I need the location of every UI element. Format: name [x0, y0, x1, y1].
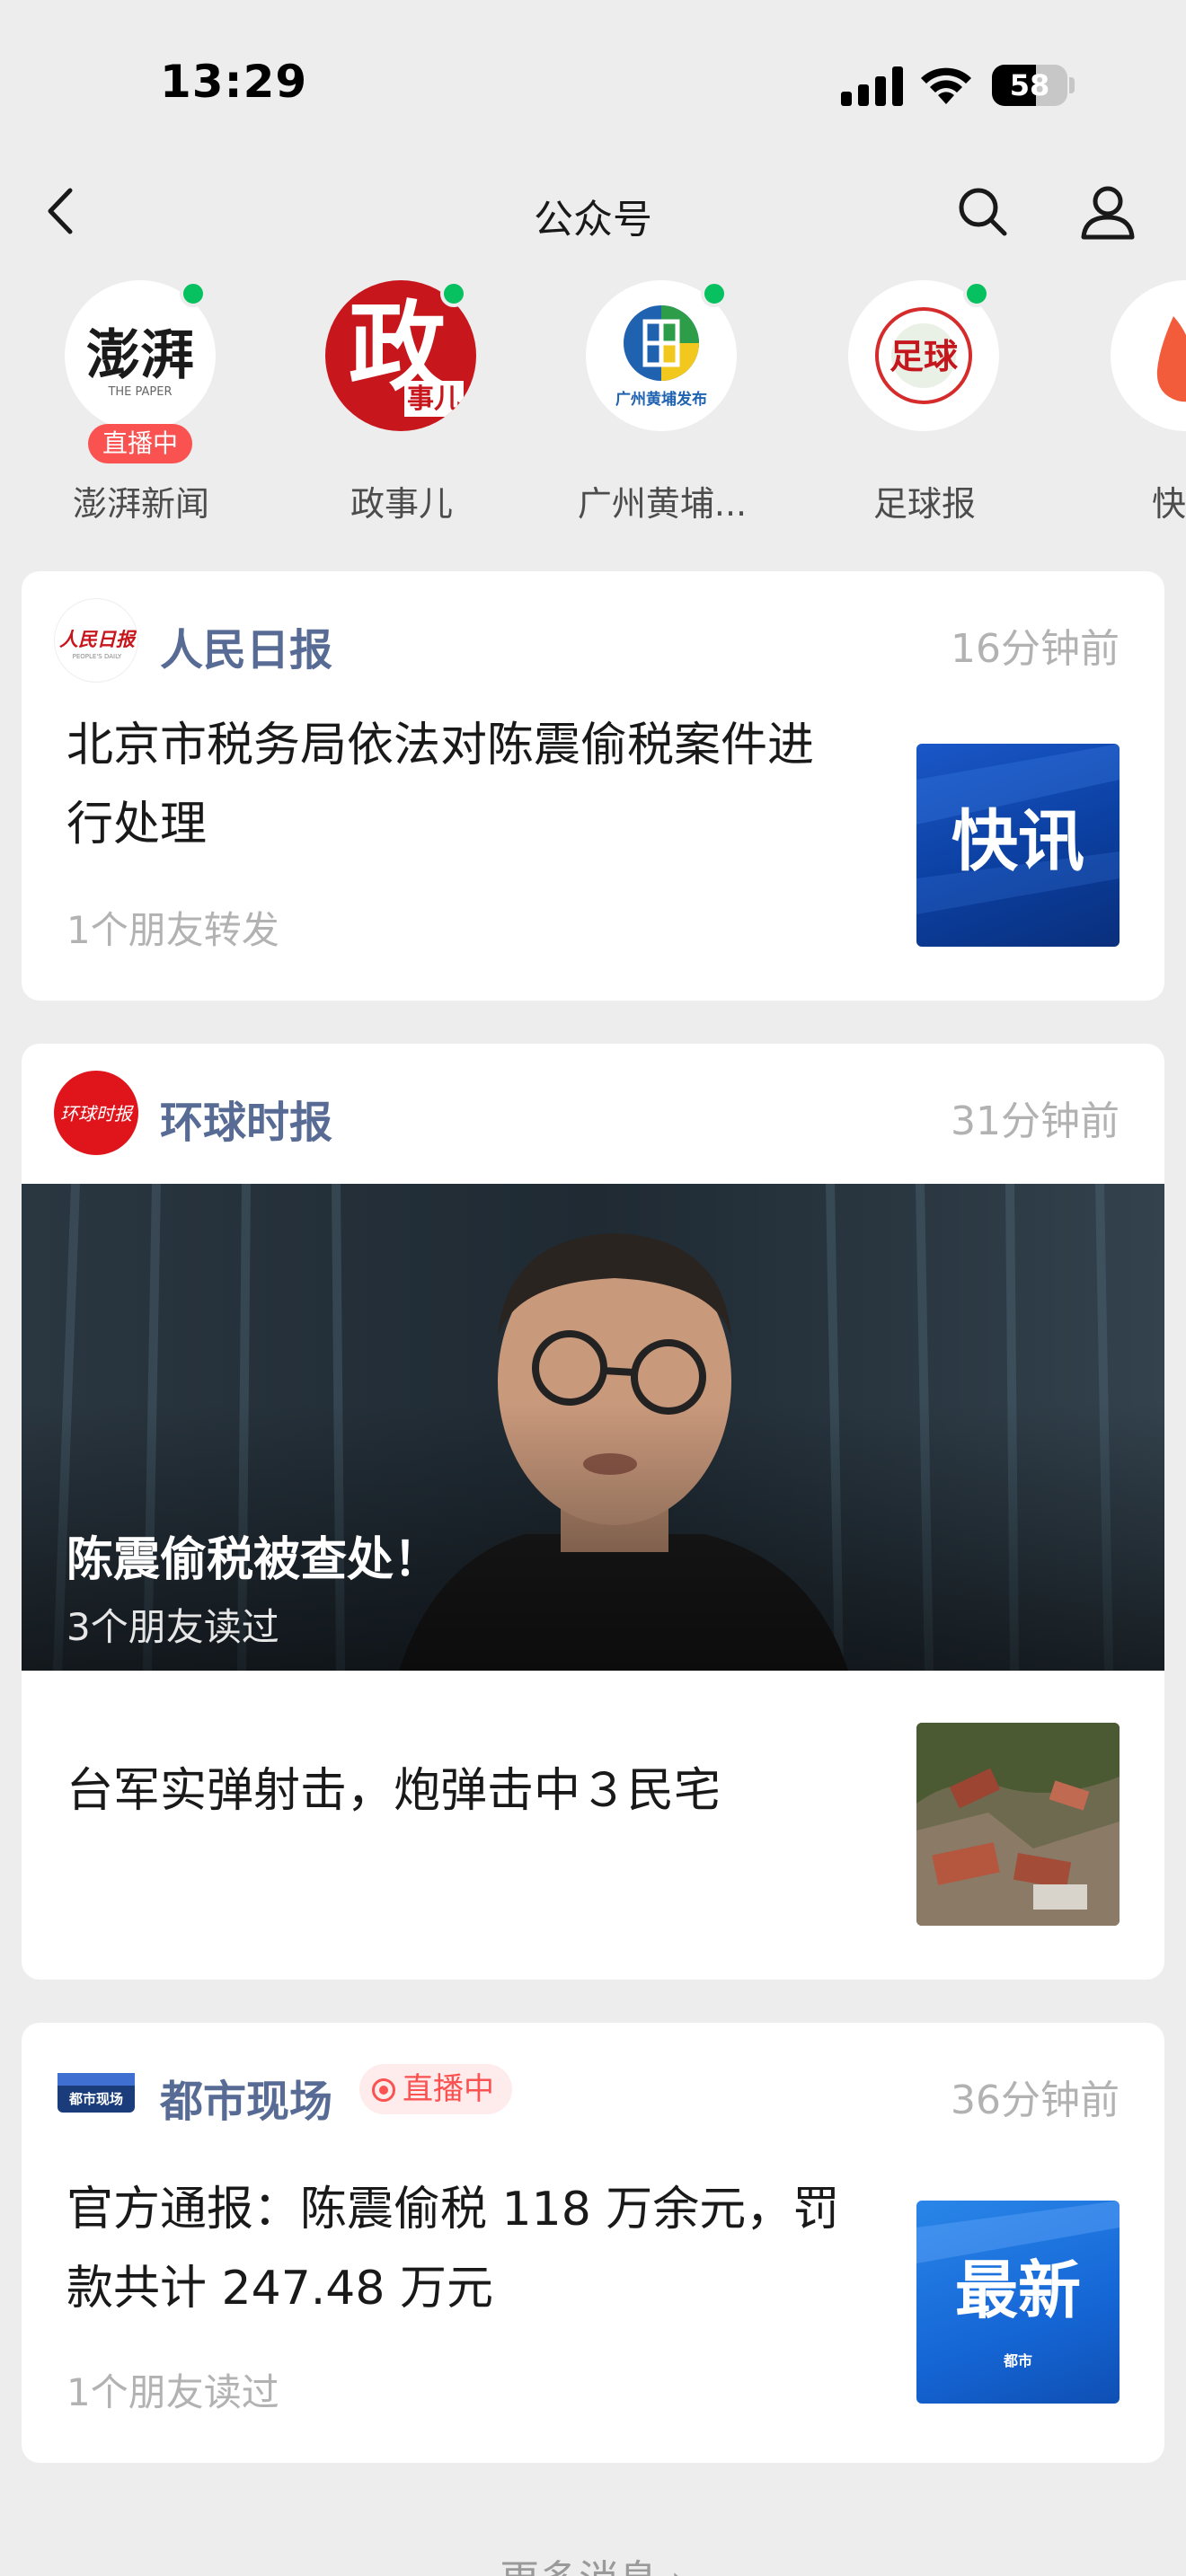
thumbnail-subtext: 都市	[1003, 2352, 1032, 2369]
account-name: 广州黄埔...	[577, 484, 748, 524]
thumbnail-text: 快讯	[951, 803, 1084, 880]
source-avatar: 人民日报 PEOPLE'S DAILY	[54, 598, 138, 683]
battery-level: 58	[1009, 68, 1050, 102]
live-label: 直播中	[403, 2071, 494, 2107]
timestamp: 16分钟前	[951, 626, 1120, 672]
card-header[interactable]: 都市现场 都市现场 直播中 36分钟前	[22, 2023, 1164, 2157]
account-item-zuqiubao[interactable]: 足球 足球报	[812, 280, 1037, 524]
card-header[interactable]: 环球时报 环球时报 31分钟前	[22, 1044, 1164, 1178]
article-title-line: 官方通报：陈震偷税 118 万余元，罚	[66, 2183, 840, 2236]
hero-social-context: 3个朋友读过	[66, 1605, 279, 1649]
account-name: 澎湃新闻	[72, 484, 209, 524]
card-header[interactable]: 人民日报 PEOPLE'S DAILY 人民日报 16分钟前	[22, 571, 1164, 706]
status-bar: 13:29 58	[0, 0, 1186, 171]
nav-bar: 公众号	[0, 171, 1186, 251]
source-avatar: 都市现场	[54, 2050, 138, 2134]
feed-card: 都市现场 都市现场 直播中 36分钟前 官方通报：陈震偷税 118 万余元，罚 …	[22, 2023, 1164, 2463]
account-name: 足球报	[872, 484, 976, 524]
article-title: 台军实弹射击，炮弹击中３民宅	[66, 1764, 721, 1818]
timestamp: 31分钟前	[951, 1098, 1120, 1144]
article-thumbnail: 快讯	[916, 744, 1120, 947]
logo-text: 澎湃	[86, 324, 194, 387]
logo-text: 环球时报	[60, 1103, 134, 1125]
article-title-line: 行处理	[66, 798, 208, 851]
account-item-partial[interactable]: 快	[1075, 280, 1186, 524]
article-title: 北京市税务局依法对陈震偷税案件进 行处理	[66, 706, 814, 864]
search-icon[interactable]	[954, 183, 1010, 239]
more-messages-link[interactable]: 更多消息 ›	[0, 2547, 1186, 2576]
article-social-context: 1个朋友读过	[66, 2370, 279, 2414]
source-name: 环球时报	[160, 1098, 333, 1148]
source-name: 人民日报	[160, 625, 333, 675]
live-icon	[372, 2078, 395, 2102]
profile-icon[interactable]	[1078, 181, 1137, 241]
source-avatar: 环球时报	[54, 1071, 138, 1155]
logo-text: 足球	[890, 336, 959, 376]
cellular-signal-icon	[841, 66, 903, 106]
wifi-icon	[921, 67, 971, 104]
live-status-tag[interactable]: 直播中	[359, 2064, 512, 2114]
logo-subtext: THE PAPER	[107, 385, 172, 399]
hero-article[interactable]: 陈震偷税被查处！ 3个朋友读过	[22, 1184, 1164, 1671]
feed-card: 人民日报 PEOPLE'S DAILY 人民日报 16分钟前 北京市税务局依法对…	[22, 571, 1164, 1001]
battery-icon: 58	[992, 65, 1075, 106]
logo-text: 都市现场	[68, 2091, 123, 2107]
article-social-context: 1个朋友转发	[66, 908, 279, 952]
article-thumbnail	[916, 1723, 1120, 1926]
status-time: 13:29	[160, 56, 308, 108]
logo-subtext: PEOPLE'S DAILY	[73, 653, 122, 660]
official-accounts-strip: 澎湃 THE PAPER 直播中 澎湃新闻 政 事儿 政事儿 广州黄埔发布 广州…	[0, 269, 1186, 530]
article-title: 官方通报：陈震偷税 118 万余元，罚 款共计 247.48 万元	[66, 2170, 839, 2328]
account-item-huangpu[interactable]: 广州黄埔发布 广州黄埔...	[550, 280, 774, 524]
article-title-line: 款共计 247.48 万元	[66, 2262, 494, 2316]
unread-dot	[440, 280, 467, 307]
account-name: 政事儿	[350, 484, 453, 524]
account-item-zhengshier[interactable]: 政 事儿 政事儿	[289, 280, 514, 524]
logo-subtext: 广州黄埔发布	[615, 390, 707, 409]
logo-text: 人民日报	[59, 628, 137, 650]
hero-title: 陈震偷税被查处！	[66, 1533, 441, 1587]
source-name: 都市现场	[160, 2077, 333, 2127]
logo-subtext: 事儿	[407, 384, 461, 415]
article-title-line: 北京市税务局依法对陈震偷税案件进	[66, 719, 815, 772]
article-thumbnail: 最新 都市	[916, 2201, 1120, 2404]
unread-dot	[963, 280, 990, 307]
feed-card: 环球时报 环球时报 31分钟前 陈震偷税被查处！ 3个朋友读过 台军实弹射击，炮…	[22, 1044, 1164, 1980]
account-item-thepaper[interactable]: 澎湃 THE PAPER 直播中 澎湃新闻	[29, 280, 253, 524]
account-name: 快	[1151, 484, 1186, 524]
live-badge: 直播中	[88, 424, 192, 463]
avatar	[1111, 280, 1186, 431]
timestamp: 36分钟前	[951, 2078, 1120, 2123]
thumbnail-text: 最新	[955, 2254, 1081, 2327]
unread-dot	[180, 280, 207, 307]
unread-dot	[701, 280, 728, 307]
